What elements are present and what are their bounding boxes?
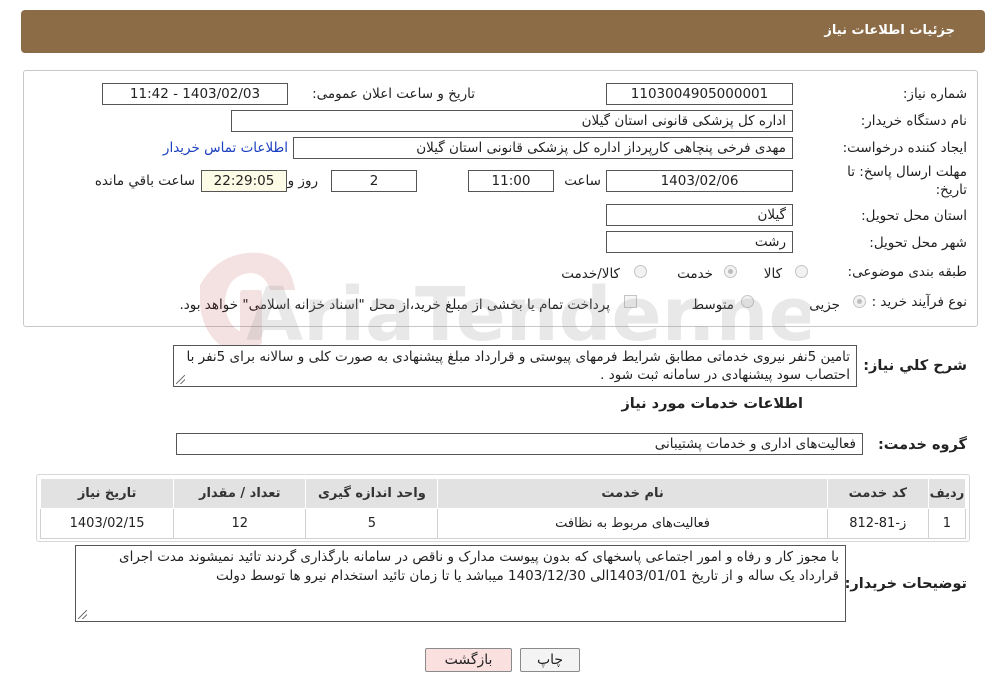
category-radio-service[interactable] xyxy=(724,265,737,278)
announce-label: تاریخ و ساعت اعلان عمومی: xyxy=(312,86,475,102)
treasury-payment-note: پرداخت تمام یا بخشی از مبلغ خرید،از محل … xyxy=(179,297,610,313)
col-index: رديف xyxy=(927,478,967,509)
services-table-header: رديف کد خدمت نام خدمت واحد اندازه گيری ت… xyxy=(39,478,967,509)
category-radio-goods[interactable] xyxy=(795,265,808,278)
process-radio-minor[interactable] xyxy=(853,295,866,308)
col-code: کد خدمت xyxy=(826,478,929,509)
row-code: ز-81-812 xyxy=(826,508,929,539)
creator-field: مهدی فرخی پنچاهی کارپرداز اداره کل پزشکی… xyxy=(293,137,793,159)
back-button[interactable]: بازگشت xyxy=(425,648,512,672)
process-label: نوع فرآیند خرید : xyxy=(871,294,967,310)
description-textarea[interactable]: تامین 5نفر نیروی خدماتی مطابق شرایط فرمه… xyxy=(173,345,857,387)
col-unit: واحد اندازه گيری xyxy=(305,478,439,509)
process-option-medium: متوسط xyxy=(691,297,734,313)
creator-label: ایجاد کننده درخواست: xyxy=(842,140,967,156)
row-qty: 12 xyxy=(173,508,307,539)
col-date: تاريخ نياز xyxy=(39,478,175,509)
province-field: گیلان xyxy=(606,204,793,226)
process-option-minor: جزیی xyxy=(809,297,840,313)
buyer-contact-link[interactable]: اطلاعات تماس خریدار xyxy=(163,140,288,156)
service-group-label: گروه خدمت: xyxy=(877,437,967,453)
category-radio-both[interactable] xyxy=(634,265,647,278)
city-field: رشت xyxy=(606,231,793,253)
deadline-time-field: 11:00 xyxy=(468,170,554,192)
resize-grip-icon[interactable] xyxy=(78,610,87,619)
col-qty: تعداد / مقدار xyxy=(173,478,307,509)
services-table: رديف کد خدمت نام خدمت واحد اندازه گيری ت… xyxy=(39,478,967,539)
days-label: روز و xyxy=(287,173,318,189)
print-button[interactable]: چاپ xyxy=(520,648,580,672)
city-label: شهر محل تحویل: xyxy=(869,235,967,251)
buyer-notes-text: با مجوز کار و رفاه و امور اجتماعی پاسخها… xyxy=(119,549,839,584)
category-option-both: کالا/خدمت xyxy=(561,266,620,282)
deadline-date-field: 1403/02/06 xyxy=(606,170,793,192)
announce-field: 1403/02/03 - 11:42 xyxy=(102,83,288,105)
buyer-org-label: نام دستگاه خریدار: xyxy=(860,113,967,129)
row-date: 1403/02/15 xyxy=(39,508,175,539)
category-label: طبقه بندی موضوعی: xyxy=(847,264,967,280)
services-section-title: اطلاعات خدمات مورد نياز xyxy=(621,396,803,412)
deadline-label: مهلت ارسال پاسخ: تا xyxy=(847,164,967,180)
need-number-field: 1103004905000001 xyxy=(606,83,793,105)
buyer-notes-label: توضیحات خریدار: xyxy=(844,576,967,592)
deadline-label-2: تاریخ: xyxy=(935,182,967,198)
page-header: جزئیات اطلاعات نیاز xyxy=(21,10,985,53)
row-index: 1 xyxy=(927,508,967,539)
province-label: استان محل تحویل: xyxy=(861,208,967,224)
row-unit: 5 xyxy=(305,508,439,539)
col-name: نام خدمت xyxy=(437,478,828,509)
category-option-goods: کالا xyxy=(763,266,782,282)
treasury-payment-checkbox[interactable] xyxy=(624,295,637,308)
buyer-notes-textarea[interactable]: با مجوز کار و رفاه و امور اجتماعی پاسخها… xyxy=(75,545,846,622)
days-field: 2 xyxy=(331,170,417,192)
description-label: شرح کلي نياز: xyxy=(863,358,967,374)
description-text: تامین 5نفر نیروی خدماتی مطابق شرایط فرمه… xyxy=(186,349,850,383)
category-option-service: خدمت xyxy=(677,266,713,282)
table-row: 1 ز-81-812 فعالیت‌های مربوط به نظافت 5 1… xyxy=(39,508,967,539)
resize-grip-icon[interactable] xyxy=(176,375,185,384)
process-radio-medium[interactable] xyxy=(741,295,754,308)
row-name: فعالیت‌های مربوط به نظافت xyxy=(437,508,828,539)
need-number-label: شماره نیاز: xyxy=(902,86,967,102)
info-panel xyxy=(23,70,978,327)
buyer-org-field: اداره کل پزشکی قانونی استان گیلان xyxy=(231,110,793,132)
page-title: جزئیات اطلاعات نیاز xyxy=(824,23,955,38)
remaining-time-label: ساعت باقي مانده xyxy=(94,173,195,189)
remaining-time-field: 22:29:05 xyxy=(201,170,287,192)
deadline-time-label: ساعت xyxy=(564,173,601,189)
service-group-field: فعالیت‌های اداری و خدمات پشتیبانی xyxy=(176,433,863,455)
